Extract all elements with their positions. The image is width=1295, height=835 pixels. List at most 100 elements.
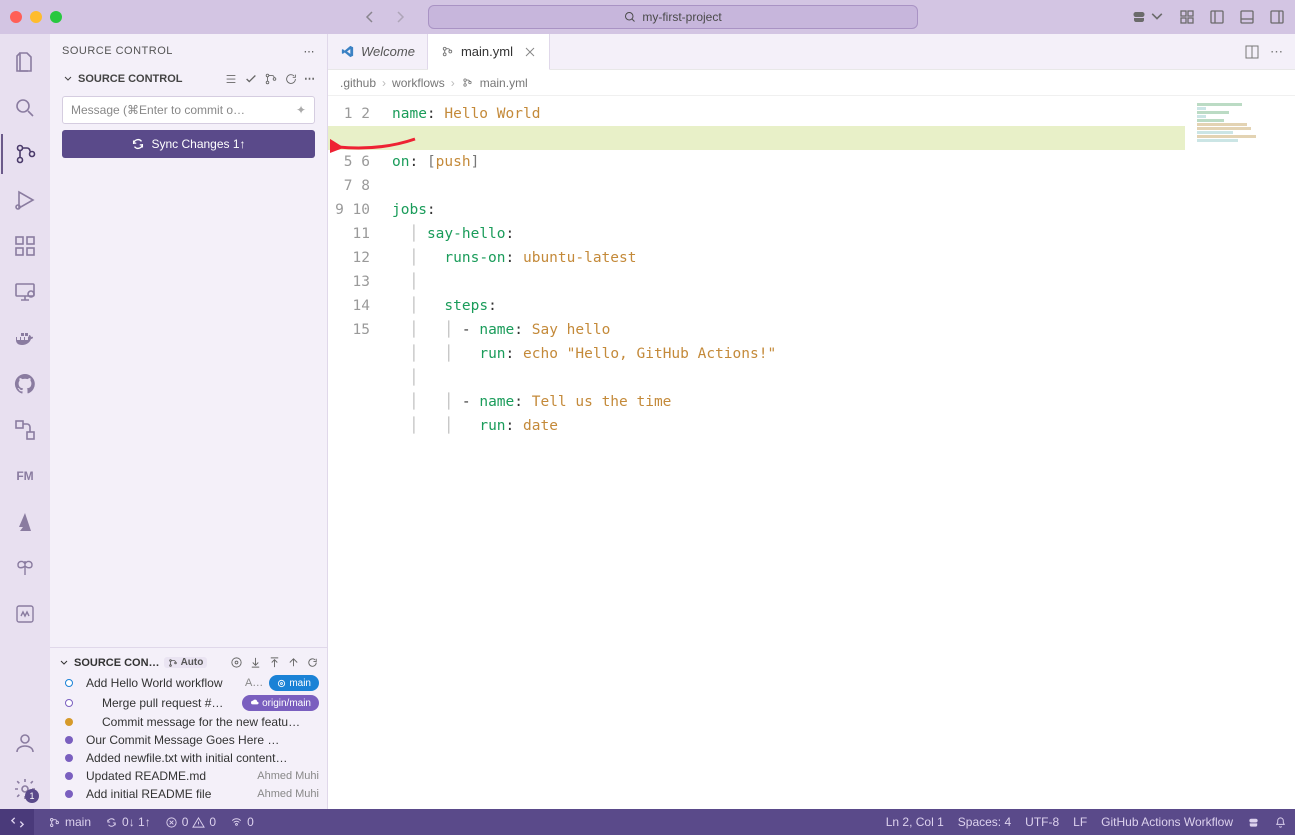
panel-bottom-icon[interactable] (1239, 9, 1255, 25)
commit-check-icon[interactable] (244, 72, 258, 86)
copilot-icon[interactable] (1131, 9, 1165, 25)
push-icon[interactable] (268, 656, 281, 669)
github-icon[interactable] (1, 364, 49, 404)
sc-section-header[interactable]: SOURCE CONTROL ⋯ (58, 68, 319, 90)
status-spaces[interactable]: Spaces: 4 (958, 815, 1011, 829)
graph-section: SOURCE CON… Auto Add Hello World workflo… (50, 647, 327, 809)
commit-row[interactable]: Added newfile.txt with initial content… (56, 749, 321, 767)
commit-row[interactable]: Commit message for the new featu… (56, 713, 321, 731)
commit-row[interactable]: Merge pull request #…origin/main (56, 693, 321, 713)
refresh-icon[interactable] (284, 72, 298, 86)
crumb-workflows[interactable]: workflows (392, 76, 445, 90)
status-problems[interactable]: 0 0 (165, 815, 216, 829)
sync-icon (131, 137, 145, 151)
status-branch[interactable]: main (48, 815, 91, 829)
radio-icon (230, 816, 243, 829)
debug-icon[interactable] (1, 180, 49, 220)
copilot-status-icon[interactable] (1247, 816, 1260, 829)
tab-main-yml[interactable]: main.yml (428, 34, 550, 70)
split-editor-icon[interactable] (1244, 44, 1260, 60)
command-center[interactable]: my-first-project (428, 5, 918, 29)
status-eol[interactable]: LF (1073, 815, 1087, 829)
command-center-text: my-first-project (642, 10, 721, 24)
editor-area: Welcome main.yml ⋯ .github› workflows› m… (328, 34, 1295, 809)
sparkle-icon[interactable]: ✦ (296, 103, 306, 117)
docker-icon[interactable] (1, 318, 49, 358)
branch-status-icon (48, 816, 61, 829)
account-icon[interactable] (1, 723, 49, 763)
panel-header: SOURCE CONTROL ⋯ (50, 34, 327, 68)
close-icon[interactable] (523, 45, 537, 59)
minimize-window[interactable] (30, 11, 42, 23)
sync-label: Sync Changes 1↑ (151, 137, 245, 151)
editor-tabs: Welcome main.yml ⋯ (328, 34, 1295, 70)
search-icon (624, 11, 636, 23)
branch-mini-icon (168, 658, 178, 668)
status-cursor[interactable]: Ln 2, Col 1 (886, 815, 944, 829)
extensions-icon[interactable] (1, 226, 49, 266)
code-content[interactable]: name: Hello World on: [push] jobs: │ say… (384, 96, 1295, 809)
status-sync[interactable]: 0↓ 1↑ (105, 815, 151, 829)
tab-welcome-label: Welcome (361, 44, 415, 59)
crumb-file[interactable]: main.yml (480, 76, 528, 90)
graph-header[interactable]: SOURCE CON… Auto (56, 652, 321, 673)
azure-icon[interactable] (1, 502, 49, 542)
layout-grid-icon[interactable] (1179, 9, 1195, 25)
remote-indicator[interactable] (0, 809, 34, 835)
settings-icon[interactable]: 1 (1, 769, 49, 809)
chevron-down-icon (58, 657, 70, 669)
git-graph-icon[interactable] (1, 410, 49, 450)
crumb-github[interactable]: .github (340, 76, 376, 90)
panel-left-icon[interactable] (1209, 9, 1225, 25)
target-icon[interactable] (230, 656, 243, 669)
ext3-icon[interactable] (1, 594, 49, 634)
maximize-window[interactable] (50, 11, 62, 23)
fm-icon[interactable]: FM (1, 456, 49, 496)
butterfly-icon[interactable] (1, 548, 49, 588)
commit-row[interactable]: Our Commit Message Goes Here … (56, 731, 321, 749)
commit-row[interactable]: Add Hello World workflowA…main (56, 673, 321, 693)
breadcrumbs[interactable]: .github› workflows› main.yml (328, 70, 1295, 96)
warning-icon (192, 816, 205, 829)
commit-message-input[interactable]: Message (⌘Enter to commit o… ✦ (62, 96, 315, 124)
panel-more-icon[interactable]: ⋯ (304, 45, 316, 58)
refresh-graph-icon[interactable] (306, 656, 319, 669)
window-controls (10, 11, 62, 23)
sc-more-icon[interactable]: ⋯ (304, 72, 315, 86)
tab-welcome[interactable]: Welcome (328, 34, 428, 69)
branch-pill: main (269, 675, 319, 691)
activity-bar: FM 1 (0, 34, 50, 809)
bell-icon[interactable] (1274, 816, 1287, 829)
sync-status-icon (105, 816, 118, 829)
branch-icon[interactable] (264, 72, 278, 86)
yaml-icon (461, 76, 474, 89)
error-icon (165, 816, 178, 829)
view-as-tree-icon[interactable] (224, 72, 238, 86)
nav-forward-icon[interactable] (392, 9, 408, 25)
fetch-icon[interactable] (287, 656, 300, 669)
panel-title: SOURCE CONTROL (62, 45, 173, 57)
commit-row[interactable]: Add initial README fileAhmed Muhi (56, 785, 321, 803)
status-ports[interactable]: 0 (230, 815, 254, 829)
commit-placeholder: Message (⌘Enter to commit o… (71, 103, 245, 117)
nav-back-icon[interactable] (362, 9, 378, 25)
search-activity-icon[interactable] (1, 88, 49, 128)
editor-more-icon[interactable]: ⋯ (1270, 44, 1283, 60)
graph-title: SOURCE CON… (74, 657, 160, 669)
commit-row[interactable]: Updated README.mdAhmed Muhi (56, 767, 321, 785)
tab-file-label: main.yml (461, 44, 513, 59)
statusbar: main 0↓ 1↑ 0 0 0 Ln 2, Col 1 Spaces: 4 U… (0, 809, 1295, 835)
branch-pill: origin/main (242, 695, 319, 711)
source-control-activity-icon[interactable] (1, 134, 49, 174)
explorer-icon[interactable] (1, 42, 49, 82)
panel-right-icon[interactable] (1269, 9, 1285, 25)
status-lang[interactable]: GitHub Actions Workflow (1101, 815, 1233, 829)
pull-icon[interactable] (249, 656, 262, 669)
auto-tag[interactable]: Auto (164, 657, 208, 668)
status-encoding[interactable]: UTF-8 (1025, 815, 1059, 829)
remote-explorer-icon[interactable] (1, 272, 49, 312)
sync-changes-button[interactable]: Sync Changes 1↑ (62, 130, 315, 158)
close-window[interactable] (10, 11, 22, 23)
yaml-icon (440, 44, 455, 59)
editor-body[interactable]: 1 2 3 4 5 6 7 8 9 10 11 12 13 14 15 name… (328, 96, 1295, 809)
